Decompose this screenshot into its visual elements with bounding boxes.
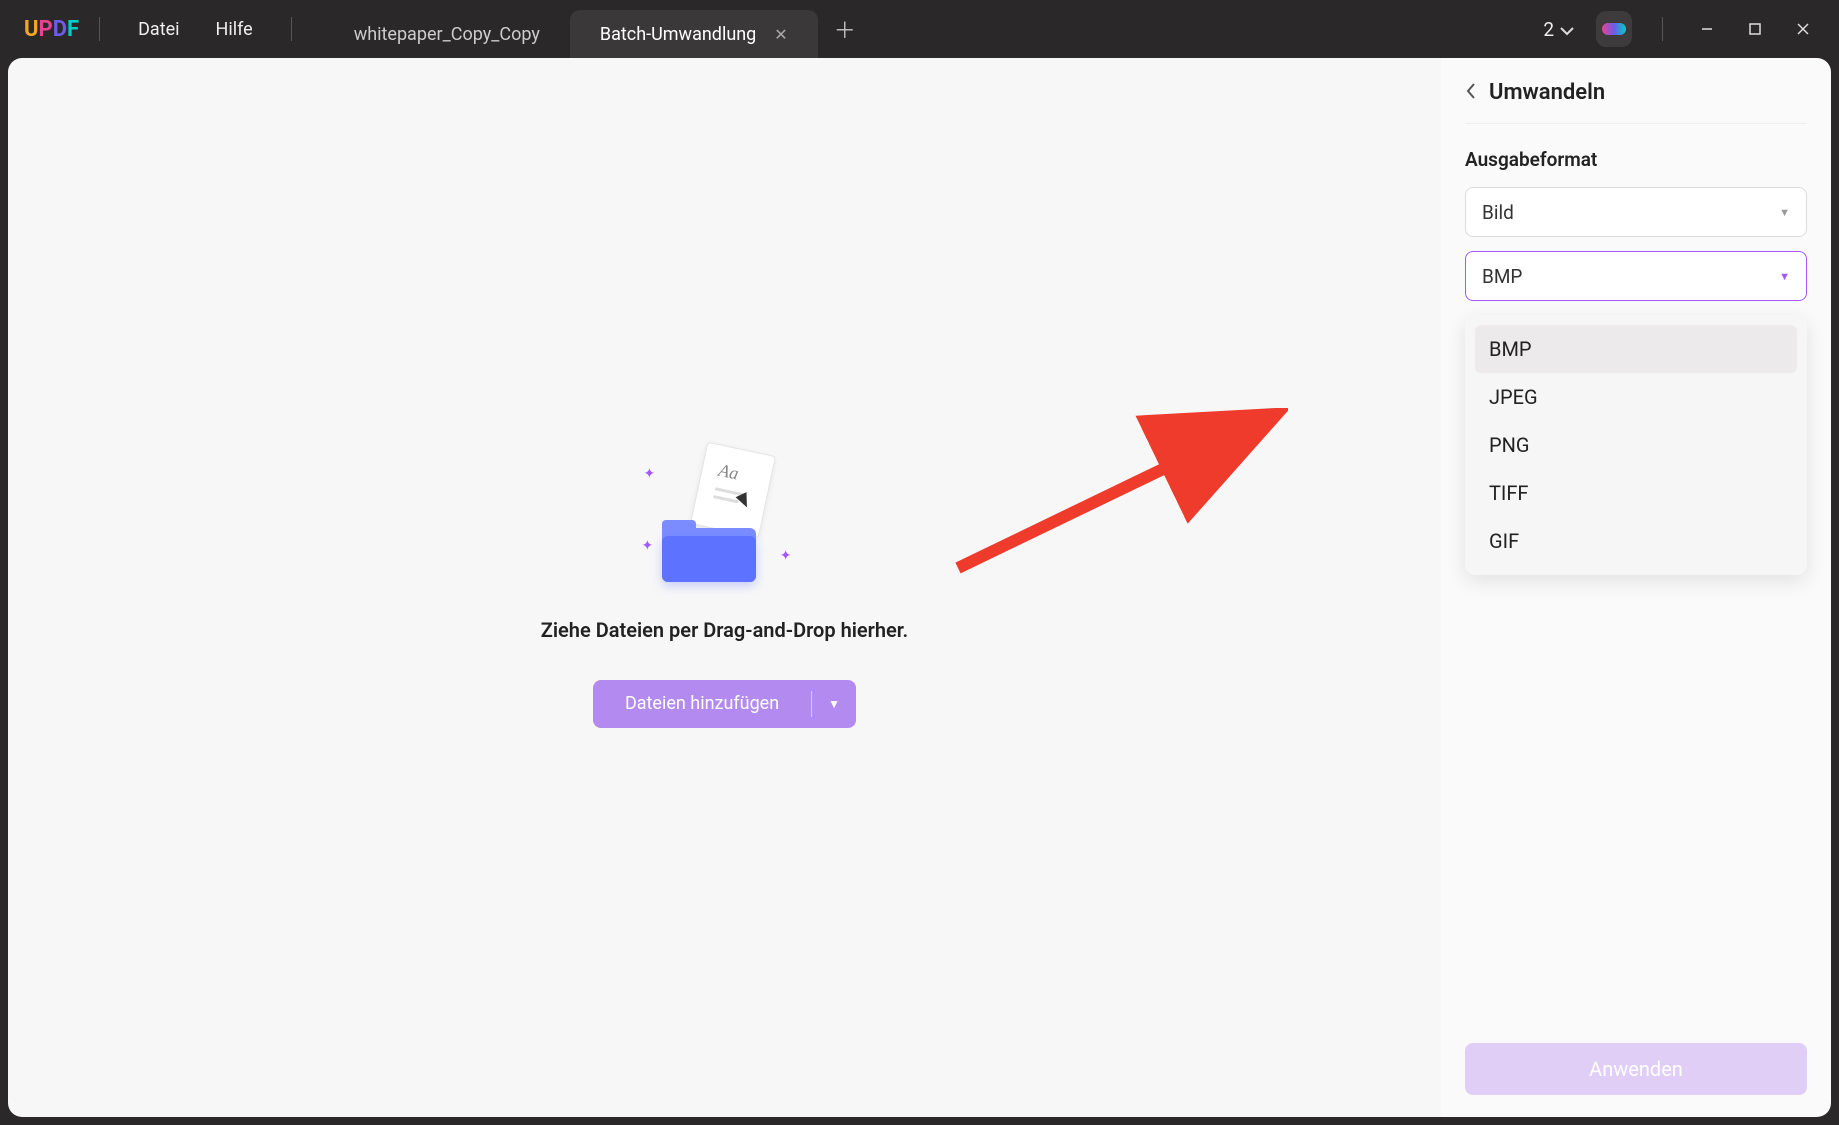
app-logo: UPDF [24,17,79,42]
chevron-down-icon [1560,18,1574,41]
drop-instruction-text: Ziehe Dateien per Drag-and-Drop hierher. [475,618,975,642]
annotation-arrow [948,408,1288,588]
category-select[interactable]: Bild ▼ [1465,187,1807,237]
divider [1662,17,1663,41]
caret-down-icon: ▼ [1779,270,1790,283]
tab-label: whitepaper_Copy_Copy [354,24,540,45]
format-option-gif[interactable]: GIF [1475,517,1797,565]
divider [99,17,100,41]
maximize-button[interactable] [1731,9,1779,49]
format-dropdown: BMP JPEG PNG TIFF GIF [1465,315,1807,575]
tab-count-value: 2 [1543,18,1554,41]
tab-label: Batch-Umwandlung [600,24,756,45]
format-option-jpeg[interactable]: JPEG [1475,373,1797,421]
caret-down-icon: ▼ [1779,206,1790,219]
caret-down-icon[interactable]: ▼ [812,697,856,711]
new-tab-button[interactable]: ＋ [834,13,856,45]
title-bar: UPDF Datei Hilfe whitepaper_Copy_Copy Ba… [0,0,1839,58]
add-files-button[interactable]: Dateien hinzufügen ▼ [593,680,856,728]
panel-header: Umwandeln [1465,80,1807,124]
window-controls: 2 [1543,9,1827,49]
format-option-tiff[interactable]: TIFF [1475,469,1797,517]
panel-title: Umwandeln [1489,80,1605,105]
close-tab-icon[interactable]: ✕ [774,25,787,44]
drop-illustration: ✦ ✦ ✦ Aa [640,448,810,588]
format-value: BMP [1482,265,1522,288]
format-select[interactable]: BMP ▼ [1465,251,1807,301]
divider [291,17,292,41]
close-window-button[interactable] [1779,9,1827,49]
menu-help[interactable]: Hilfe [198,19,271,40]
tab-count-dropdown[interactable]: 2 [1543,18,1574,41]
user-avatar[interactable] [1596,11,1632,47]
apply-button[interactable]: Anwenden [1465,1043,1807,1095]
add-files-label: Dateien hinzufügen [593,693,811,714]
tab-whitepaper[interactable]: whitepaper_Copy_Copy [324,10,570,58]
back-icon[interactable] [1465,81,1477,105]
format-option-bmp[interactable]: BMP [1475,325,1797,373]
category-value: Bild [1482,201,1514,224]
menu-file[interactable]: Datei [120,19,197,40]
convert-panel: Umwandeln Ausgabeformat Bild ▼ BMP ▼ BMP… [1441,58,1831,1117]
drop-zone: ✦ ✦ ✦ Aa Ziehe Dateien per Drag [475,448,975,728]
tabs-container: whitepaper_Copy_Copy Batch-Umwandlung ✕ … [324,0,1544,58]
minimize-button[interactable] [1683,9,1731,49]
tab-batch-conversion[interactable]: Batch-Umwandlung ✕ [570,10,818,58]
format-option-png[interactable]: PNG [1475,421,1797,469]
output-format-label: Ausgabeformat [1465,148,1807,171]
main-drop-area[interactable]: ✦ ✦ ✦ Aa Ziehe Dateien per Drag [8,58,1441,1117]
